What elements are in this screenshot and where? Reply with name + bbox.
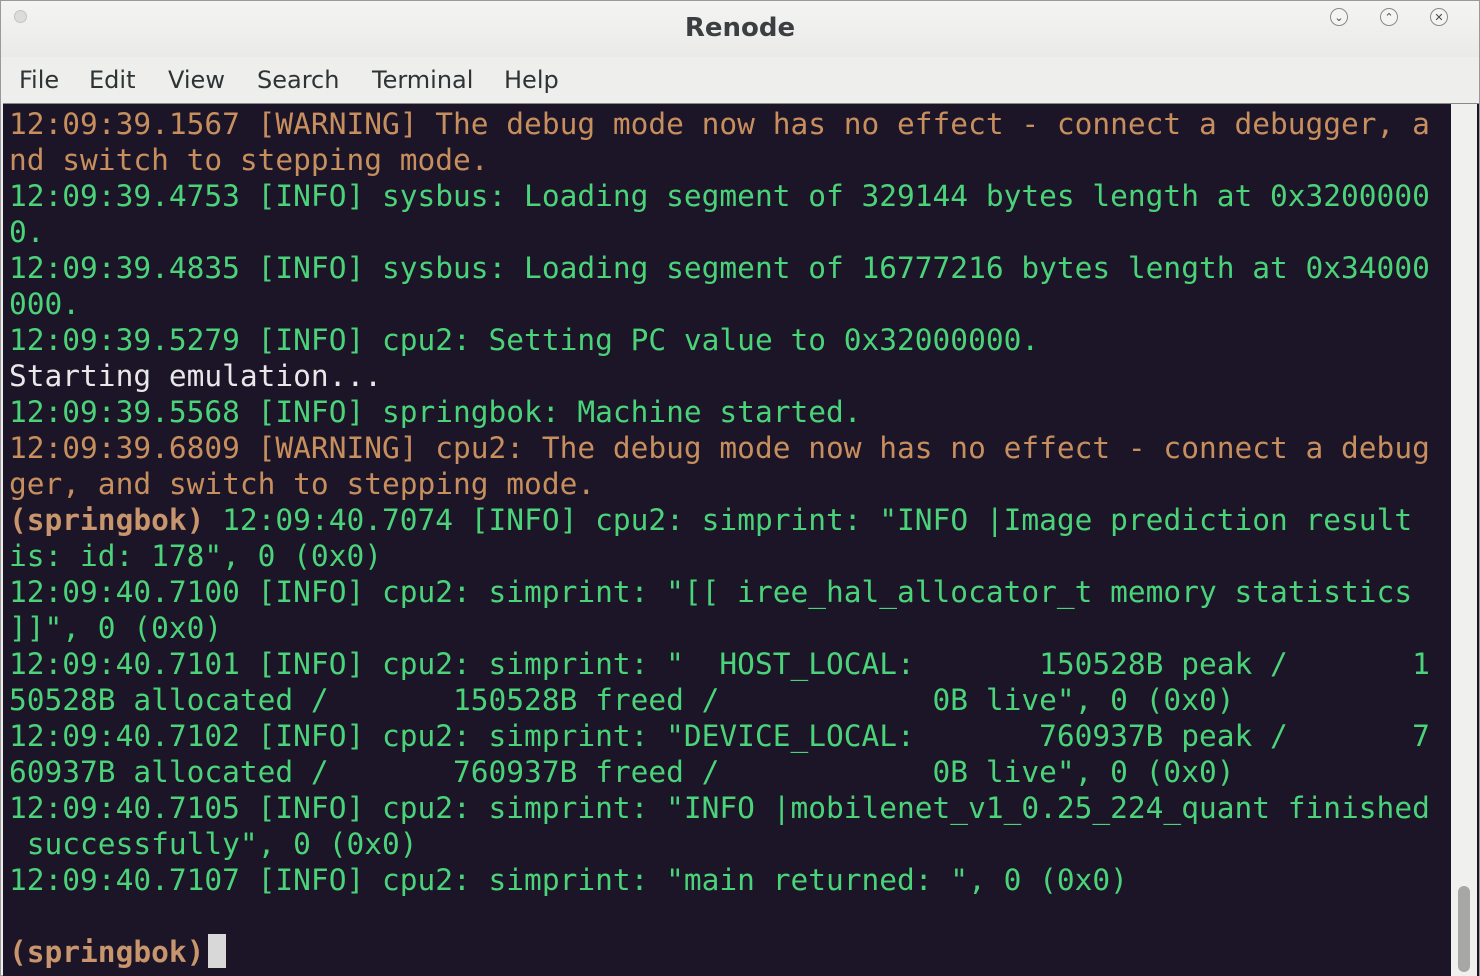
log-text: 50528B allocated / 150528B freed / 0B li… — [9, 683, 1235, 717]
log-text: 12:09:40.7100 [INFO] cpu2: simprint: "[[… — [9, 575, 1413, 609]
terminal-line: 12:09:39.6809 [WARNING] cpu2: The debug … — [9, 430, 1449, 466]
prompt-text: (springbok) — [9, 503, 205, 537]
terminal-line: 12:09:39.1567 [WARNING] The debug mode n… — [9, 106, 1449, 142]
menu-bar: File Edit View Search Terminal Help — [1, 57, 1479, 103]
terminal-line: 12:09:40.7105 [INFO] cpu2: simprint: "IN… — [9, 790, 1449, 826]
log-text: ger, and switch to stepping mode. — [9, 467, 596, 501]
terminal-window: Renode ⌄ ⌃ ✕ File Edit View Search Termi… — [0, 0, 1480, 976]
menu-file[interactable]: File — [19, 66, 59, 94]
menu-view[interactable]: View — [168, 66, 225, 94]
prompt-line[interactable]: (springbok) — [9, 934, 1449, 970]
log-text: successfully", 0 (0x0) — [9, 827, 418, 861]
menu-edit[interactable]: Edit — [89, 66, 135, 94]
log-text: 12:09:40.7074 [INFO] cpu2: simprint: "IN… — [204, 503, 1413, 537]
terminal-line: ]]", 0 (0x0) — [9, 610, 1449, 646]
log-text: 000. — [9, 287, 81, 321]
title-bar[interactable]: Renode ⌄ ⌃ ✕ — [1, 1, 1479, 57]
text-cursor — [208, 934, 227, 968]
minimize-icon[interactable]: ⌄ — [1330, 8, 1348, 26]
terminal-line: 12:09:40.7107 [INFO] cpu2: simprint: "ma… — [9, 862, 1449, 898]
terminal-line: 50528B allocated / 150528B freed / 0B li… — [9, 682, 1449, 718]
terminal-line: 60937B allocated / 760937B freed / 0B li… — [9, 754, 1449, 790]
terminal-line: 12:09:40.7100 [INFO] cpu2: simprint: "[[… — [9, 574, 1449, 610]
log-text: 12:09:39.1567 [WARNING] The debug mode n… — [9, 107, 1430, 141]
window-title: Renode — [684, 13, 796, 43]
log-text: 0. — [9, 215, 45, 249]
terminal-text-area: 12:09:39.1567 [WARNING] The debug mode n… — [9, 106, 1449, 970]
log-text: 12:09:39.5568 [INFO] springbok: Machine … — [9, 395, 862, 429]
terminal-line: Starting emulation... — [9, 358, 1449, 394]
scrollbar[interactable] — [1451, 104, 1477, 976]
terminal-line: 12:09:39.4835 [INFO] sysbus: Loading seg… — [9, 250, 1449, 286]
log-text: 12:09:39.4835 [INFO] sysbus: Loading seg… — [9, 251, 1430, 285]
terminal-line: 12:09:39.5568 [INFO] springbok: Machine … — [9, 394, 1449, 430]
terminal-line: successfully", 0 (0x0) — [9, 826, 1449, 862]
log-text: is: id: 178", 0 (0x0) — [9, 539, 382, 573]
log-text: ]]", 0 (0x0) — [9, 611, 223, 645]
terminal-line: 0. — [9, 214, 1449, 250]
menu-terminal[interactable]: Terminal — [372, 66, 473, 94]
log-text: 12:09:39.6809 [WARNING] cpu2: The debug … — [9, 431, 1430, 465]
terminal-line: 12:09:39.4753 [INFO] sysbus: Loading seg… — [9, 178, 1449, 214]
close-icon[interactable]: ✕ — [1430, 8, 1448, 26]
log-text: 12:09:40.7107 [INFO] cpu2: simprint: "ma… — [9, 863, 1128, 897]
maximize-icon[interactable]: ⌃ — [1380, 8, 1398, 26]
terminal-line: 000. — [9, 286, 1449, 322]
log-text: 60937B allocated / 760937B freed / 0B li… — [9, 755, 1235, 789]
log-text: 12:09:39.5279 [INFO] cpu2: Setting PC va… — [9, 323, 1040, 357]
log-text: 12:09:40.7101 [INFO] cpu2: simprint: " H… — [9, 647, 1430, 681]
menu-help[interactable]: Help — [504, 66, 559, 94]
log-text: 12:09:39.4753 [INFO] sysbus: Loading seg… — [9, 179, 1430, 213]
terminal-line: is: id: 178", 0 (0x0) — [9, 538, 1449, 574]
menu-search[interactable]: Search — [257, 66, 339, 94]
terminal-line: 12:09:40.7102 [INFO] cpu2: simprint: "DE… — [9, 718, 1449, 754]
log-text: nd switch to stepping mode. — [9, 143, 489, 177]
terminal-output[interactable]: 12:09:39.1567 [WARNING] The debug mode n… — [3, 103, 1479, 976]
log-text: 12:09:40.7102 [INFO] cpu2: simprint: "DE… — [9, 719, 1430, 753]
log-text: Starting emulation... — [9, 359, 382, 393]
terminal-line: nd switch to stepping mode. — [9, 142, 1449, 178]
prompt-text: (springbok) — [9, 935, 205, 969]
scrollbar-thumb[interactable] — [1458, 886, 1470, 972]
terminal-line: 12:09:39.5279 [INFO] cpu2: Setting PC va… — [9, 322, 1449, 358]
terminal-line: ger, and switch to stepping mode. — [9, 466, 1449, 502]
terminal-line: 12:09:40.7101 [INFO] cpu2: simprint: " H… — [9, 646, 1449, 682]
terminal-line: (springbok) 12:09:40.7074 [INFO] cpu2: s… — [9, 502, 1449, 538]
log-text: 12:09:40.7105 [INFO] cpu2: simprint: "IN… — [9, 791, 1430, 825]
